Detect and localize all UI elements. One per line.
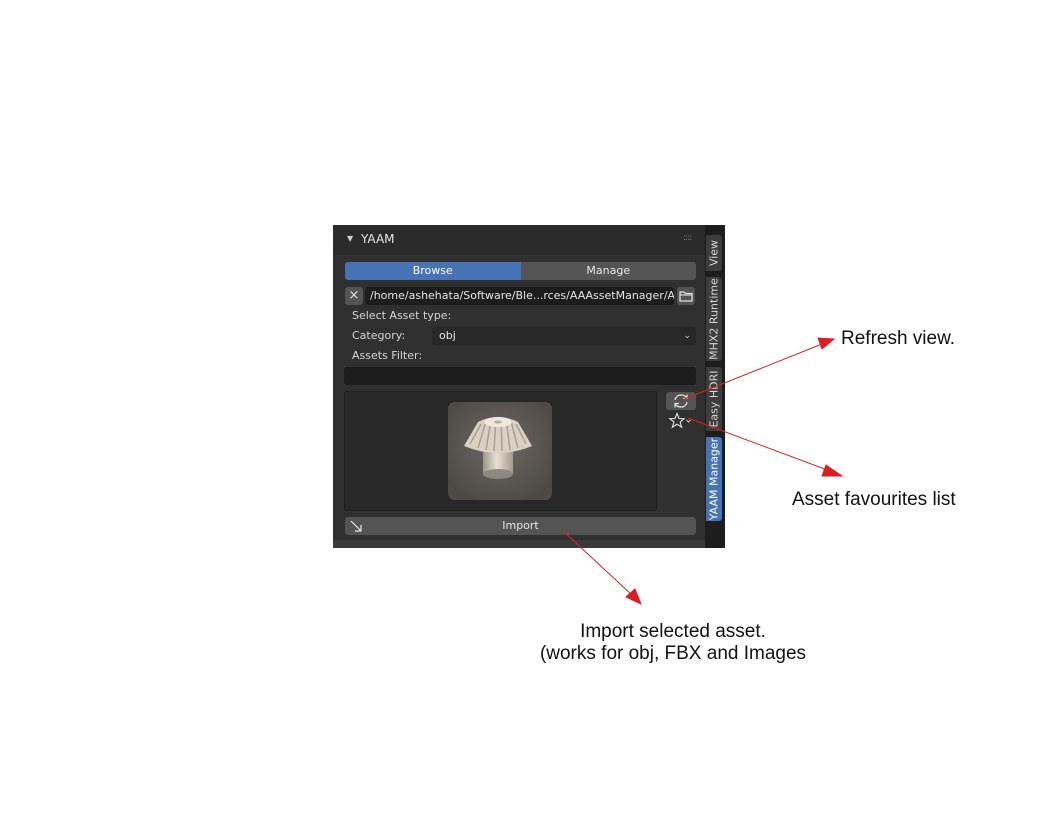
sidebar-tab-label: Easy HDRI <box>707 370 721 428</box>
import-label: Import <box>502 519 539 532</box>
sidebar-tab-label: YAAM Manager <box>707 437 721 521</box>
sidebar-tab-label: View <box>707 239 721 267</box>
asset-thumbnail[interactable] <box>448 402 552 500</box>
bevel-gear-icon <box>448 402 552 500</box>
assets-filter-label: Assets Filter: <box>352 349 423 362</box>
collapse-triangle-icon[interactable]: ▼ <box>347 234 353 243</box>
sidebar-tab-yaam-manager[interactable]: YAAM Manager <box>706 437 722 521</box>
select-asset-type-label: Select Asset type: <box>352 309 452 322</box>
star-icon <box>668 412 691 429</box>
category-select[interactable]: obj ⌄ <box>432 327 696 345</box>
sidebar-tab-mhx2-runtime[interactable]: MHX2 Runtime <box>706 277 722 361</box>
category-value: obj <box>439 329 456 342</box>
sidebar-tab-label: MHX2 Runtime <box>707 278 721 360</box>
assets-filter-input[interactable] <box>344 367 696 385</box>
category-label: Category: <box>352 329 406 342</box>
asset-preview-area <box>344 391 657 511</box>
panel-header[interactable]: ▼ YAAM :::: <box>333 225 705 255</box>
sidebar-tabs: View MHX2 Runtime Easy HDRI YAAM Manager <box>705 225 725 548</box>
assets-path-field[interactable]: /home/ashehata/Software/Ble...rces/AAAss… <box>365 287 674 305</box>
refresh-arrow-head <box>817 337 836 350</box>
favourites-arrow-head <box>821 464 844 477</box>
sidebar-tab-easy-hdri[interactable]: Easy HDRI <box>706 367 722 431</box>
import-annotation: Import selected asset. (works for obj, F… <box>522 621 824 665</box>
import-annotation-line2: (works for obj, FBX and Images <box>539 643 807 664</box>
import-arrow-icon <box>350 520 362 532</box>
refresh-button[interactable] <box>666 392 696 410</box>
folder-icon <box>679 291 693 302</box>
mode-tabs: Browse Manage <box>345 262 696 280</box>
favourites-button[interactable] <box>666 412 696 430</box>
import-arrow-head <box>625 588 642 605</box>
panel-title: YAAM <box>361 232 395 246</box>
chevron-down-icon: ⌄ <box>683 331 691 341</box>
drag-grip-icon[interactable]: :::: <box>683 233 692 243</box>
tab-manage[interactable]: Manage <box>520 262 696 280</box>
refresh-annotation: Refresh view. <box>841 328 956 349</box>
close-icon: × <box>348 288 360 303</box>
import-annotation-line1: Import selected asset. <box>580 621 766 642</box>
favourites-annotation: Asset favourites list <box>792 489 956 510</box>
clear-path-button[interactable]: × <box>345 287 363 305</box>
refresh-icon <box>674 394 688 408</box>
viewport-strip <box>333 540 705 548</box>
panel-main: ▼ YAAM :::: Browse Manage × /home/asheha… <box>333 225 705 548</box>
sidebar-tab-view[interactable]: View <box>706 235 722 271</box>
import-button[interactable]: Import <box>345 517 696 535</box>
tab-browse[interactable]: Browse <box>345 262 521 280</box>
browse-folder-button[interactable] <box>677 287 695 305</box>
yaam-panel: ▼ YAAM :::: Browse Manage × /home/asheha… <box>333 225 725 548</box>
